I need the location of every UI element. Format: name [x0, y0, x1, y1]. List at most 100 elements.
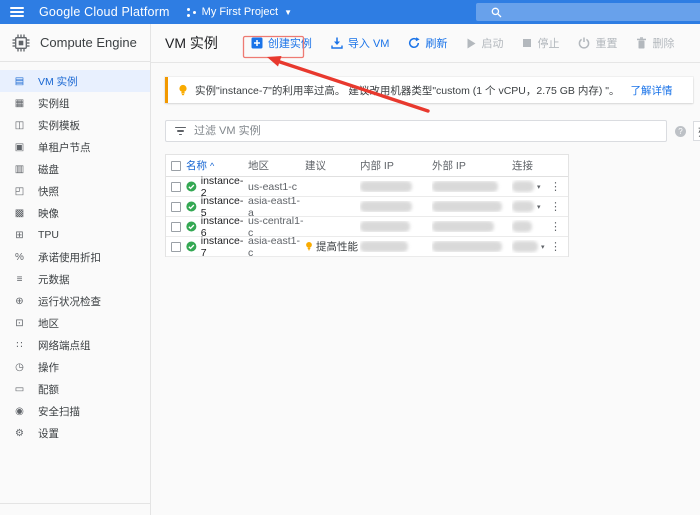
sidebar-item-label: 实例组 [38, 96, 70, 111]
sidebar-item-quotas[interactable]: ▭ 配额 [0, 378, 150, 400]
status-running-icon [186, 221, 197, 232]
sidebar-item-network-endpoint-groups[interactable]: ∷ 网络端点组 [0, 334, 150, 356]
connect-dropdown-icon[interactable]: ▾ [541, 243, 545, 251]
row-checkbox[interactable] [171, 202, 181, 212]
header-name[interactable]: 名称 ^ [186, 158, 248, 173]
connect-redacted [512, 201, 534, 212]
status-running-icon [186, 181, 197, 192]
internal-ip-redacted [360, 201, 412, 212]
sidebar-item-committed-use-discounts[interactable]: % 承诺使用折扣 [0, 246, 150, 268]
help-icon[interactable]: ? [675, 126, 686, 137]
overflow-menu-icon[interactable]: ⋮ [550, 240, 561, 253]
instance-groups-icon: ▦ [13, 98, 26, 109]
instance-templates-icon: ◫ [13, 120, 26, 131]
sidebar-divider [0, 503, 150, 504]
columns-button[interactable]: 列 [693, 121, 700, 141]
trash-icon [636, 37, 647, 49]
menu-icon[interactable] [10, 7, 24, 17]
topbar: Google Cloud Platform My First Project ▼ [0, 0, 700, 24]
sidebar-item-instance-templates[interactable]: ◫ 实例模板 [0, 114, 150, 136]
sidebar: Compute Engine ▤ VM 实例 ▦ 实例组 ◫ 实例模板 ▣ 单租… [0, 24, 151, 515]
vm-instances-icon: ▤ [13, 76, 26, 87]
sidebar-item-images[interactable]: ▩ 映像 [0, 202, 150, 224]
sidebar-item-health-checks[interactable]: ⊕ 运行状况检查 [0, 290, 150, 312]
operations-icon: ◷ [13, 362, 26, 373]
overflow-menu-icon[interactable]: ⋮ [550, 180, 561, 193]
sidebar-item-label: 运行状况检查 [38, 294, 101, 309]
sort-asc-icon: ^ [210, 161, 214, 171]
gcp-console-page: Google Cloud Platform My First Project ▼ [0, 0, 700, 515]
connect-redacted [512, 241, 538, 252]
toolbar: VM 实例 创建实例 导入 VM [151, 24, 700, 63]
images-icon: ▩ [13, 208, 26, 219]
product-header: Compute Engine [0, 24, 150, 62]
import-vm-button[interactable]: 导入 VM [331, 35, 390, 51]
sidebar-item-label: 设置 [38, 426, 59, 441]
sidebar-item-instance-groups[interactable]: ▦ 实例组 [0, 92, 150, 114]
sidebar-item-label: 承诺使用折扣 [38, 250, 101, 265]
sidebar-item-label: 操作 [38, 360, 59, 375]
sidebar-item-vm-instances[interactable]: ▤ VM 实例 [0, 70, 150, 92]
sidebar-item-operations[interactable]: ◷ 操作 [0, 356, 150, 378]
search-icon [491, 7, 502, 18]
learn-more-link[interactable]: 了解详情 [630, 83, 672, 98]
row-checkbox[interactable] [171, 242, 181, 252]
project-selector[interactable]: My First Project ▼ [187, 6, 292, 18]
health-checks-icon: ⊕ [13, 296, 26, 307]
connect-dropdown-icon[interactable]: ▾ [537, 203, 541, 211]
bulb-icon [178, 84, 188, 97]
connect-dropdown-icon[interactable]: ▾ [537, 183, 541, 191]
disks-icon: ▥ [13, 164, 26, 175]
start-button[interactable]: 启动 [466, 35, 503, 51]
sidebar-item-metadata[interactable]: ≡ 元数据 [0, 268, 150, 290]
overflow-menu-icon[interactable]: ⋮ [550, 220, 561, 233]
compute-engine-icon [12, 34, 30, 52]
select-all-checkbox[interactable] [171, 161, 181, 171]
project-name: My First Project [202, 6, 278, 18]
sidebar-item-settings[interactable]: ⚙ 设置 [0, 422, 150, 444]
header-connect: 连接 [512, 158, 568, 173]
overflow-menu-icon[interactable]: ⋮ [550, 200, 561, 213]
stop-button[interactable]: 停止 [522, 35, 559, 51]
sidebar-item-label: 磁盘 [38, 162, 59, 177]
sidebar-item-disks[interactable]: ▥ 磁盘 [0, 158, 150, 180]
sidebar-item-label: 映像 [38, 206, 59, 221]
row-checkbox[interactable] [171, 222, 181, 232]
discounts-icon: % [13, 252, 26, 263]
search-input[interactable] [476, 3, 700, 21]
stop-label: 停止 [537, 35, 559, 51]
network-endpoint-groups-icon: ∷ [13, 340, 26, 351]
sidebar-item-label: 单租户节点 [38, 140, 91, 155]
sidebar-item-security-scans[interactable]: ◉ 安全扫描 [0, 400, 150, 422]
filter-row: ? 列 [165, 120, 700, 142]
external-ip-redacted [432, 181, 498, 192]
sidebar-item-tpu[interactable]: ⊞ TPU [0, 224, 150, 246]
filter-input[interactable] [194, 125, 658, 137]
import-icon [331, 37, 343, 49]
refresh-label: 刷新 [425, 35, 447, 51]
recommendation-banner: 实例"instance-7"的利用率过高。 建议改用机器类型"custom (1… [165, 77, 693, 103]
sidebar-item-sole-tenant-nodes[interactable]: ▣ 单租户节点 [0, 136, 150, 158]
filter-box[interactable] [165, 120, 667, 142]
gcp-logo[interactable]: Google Cloud Platform [39, 5, 170, 19]
suggestion-link[interactable]: 提高性能 [316, 239, 358, 254]
header-internal-ip: 内部 IP [360, 158, 432, 173]
page-title: VM 实例 [165, 33, 218, 53]
internal-ip-redacted [360, 241, 408, 252]
row-checkbox[interactable] [171, 182, 181, 192]
content-area: 实例"instance-7"的利用率过高。 建议改用机器类型"custom (1… [151, 63, 700, 257]
play-icon [466, 38, 476, 49]
sidebar-item-zones[interactable]: ⊡ 地区 [0, 312, 150, 334]
refresh-button[interactable]: 刷新 [408, 35, 447, 51]
instance-name-link[interactable]: instance-7 [201, 235, 248, 259]
external-ip-redacted [432, 221, 494, 232]
sidebar-item-label: VM 实例 [38, 74, 78, 89]
create-instance-button[interactable]: 创建实例 [251, 35, 312, 51]
sidebar-item-snapshots[interactable]: ◰ 快照 [0, 180, 150, 202]
connect-redacted [512, 181, 534, 192]
reset-button[interactable]: 重置 [578, 35, 617, 51]
chevron-down-icon: ▼ [284, 8, 292, 17]
create-instance-label: 创建实例 [268, 35, 312, 51]
delete-button[interactable]: 删除 [636, 35, 674, 51]
metadata-icon: ≡ [13, 274, 26, 285]
